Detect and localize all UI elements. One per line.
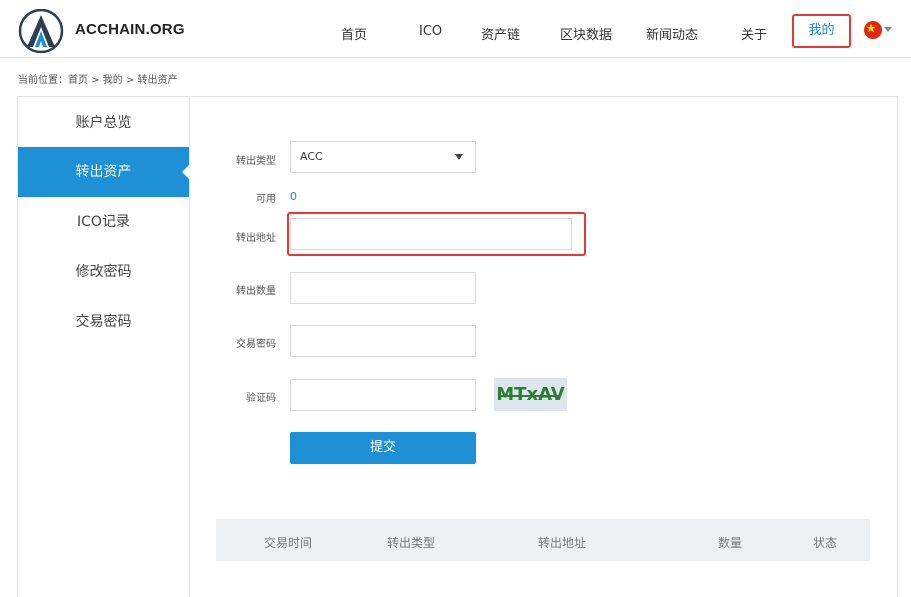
records-table-header: 交易时间 转出类型 转出地址 数量 状态 bbox=[216, 519, 870, 561]
language-dropdown-caret-icon[interactable] bbox=[884, 27, 892, 32]
top-header: ACCHAIN.ORG 首页 ICO 资产链 区块数据 新闻动态 关于 我的 bbox=[0, 0, 911, 58]
dropdown-caret-icon bbox=[455, 154, 463, 160]
trade-password-label: 交易密码 bbox=[236, 339, 276, 350]
column-header-status: 状态 bbox=[813, 536, 838, 550]
transfer-amount-label: 转出数量 bbox=[236, 286, 276, 297]
brand-name[interactable]: ACCHAIN.ORG bbox=[75, 21, 185, 38]
nav-asset-chain[interactable]: 资产链 bbox=[481, 24, 520, 43]
transfer-address-label: 转出地址 bbox=[236, 233, 276, 244]
transfer-address-input[interactable] bbox=[290, 218, 572, 250]
sidebar-item-label: 交易密码 bbox=[75, 314, 132, 330]
active-indicator-arrow bbox=[182, 164, 190, 180]
sidebar-item-ico-records[interactable]: ICO记录 bbox=[18, 197, 189, 247]
column-header-type: 转出类型 bbox=[387, 536, 436, 550]
breadcrumb: 当前位置：首页 > 我的 > 转出资产 bbox=[18, 75, 178, 86]
sidebar-item-account-overview[interactable]: 账户总览 bbox=[18, 98, 189, 148]
captcha-label: 验证码 bbox=[246, 393, 276, 404]
transfer-type-label: 转出类型 bbox=[236, 156, 276, 167]
sidebar-item-transfer-out[interactable]: 转出资产 bbox=[18, 147, 190, 197]
available-value: 0 bbox=[290, 190, 297, 203]
captcha-image[interactable]: MTxAV bbox=[494, 378, 567, 411]
nav-mine[interactable]: 我的 bbox=[792, 14, 851, 48]
china-flag-icon[interactable] bbox=[864, 21, 882, 39]
acchain-logo[interactable] bbox=[18, 9, 64, 53]
sidebar-item-label: 修改密码 bbox=[75, 264, 132, 280]
submit-button[interactable]: 提交 bbox=[290, 432, 476, 464]
transfer-amount-input[interactable] bbox=[290, 272, 476, 304]
transfer-type-select[interactable]: ACC bbox=[290, 141, 476, 173]
nav-ico[interactable]: ICO bbox=[419, 24, 442, 39]
trade-password-input[interactable] bbox=[290, 325, 476, 357]
nav-about[interactable]: 关于 bbox=[741, 24, 767, 43]
column-header-amount: 数量 bbox=[718, 536, 743, 550]
captcha-input[interactable] bbox=[290, 379, 476, 411]
sidebar-item-label: ICO记录 bbox=[77, 214, 130, 230]
sidebar: 账户总览 转出资产 ICO记录 修改密码 交易密码 bbox=[18, 97, 190, 597]
sidebar-item-trade-password[interactable]: 交易密码 bbox=[18, 297, 189, 347]
column-header-address: 转出地址 bbox=[538, 536, 587, 550]
nav-block-data[interactable]: 区块数据 bbox=[560, 24, 612, 43]
nav-home[interactable]: 首页 bbox=[341, 24, 367, 43]
sidebar-item-label: 转出资产 bbox=[75, 164, 132, 180]
nav-news[interactable]: 新闻动态 bbox=[646, 24, 698, 43]
column-header-time: 交易时间 bbox=[264, 536, 313, 550]
sidebar-item-change-password[interactable]: 修改密码 bbox=[18, 247, 189, 297]
captcha-strike-line bbox=[498, 395, 560, 397]
transfer-type-value: ACC bbox=[300, 150, 323, 163]
available-label: 可用 bbox=[256, 194, 276, 205]
sidebar-item-label: 账户总览 bbox=[75, 115, 132, 131]
